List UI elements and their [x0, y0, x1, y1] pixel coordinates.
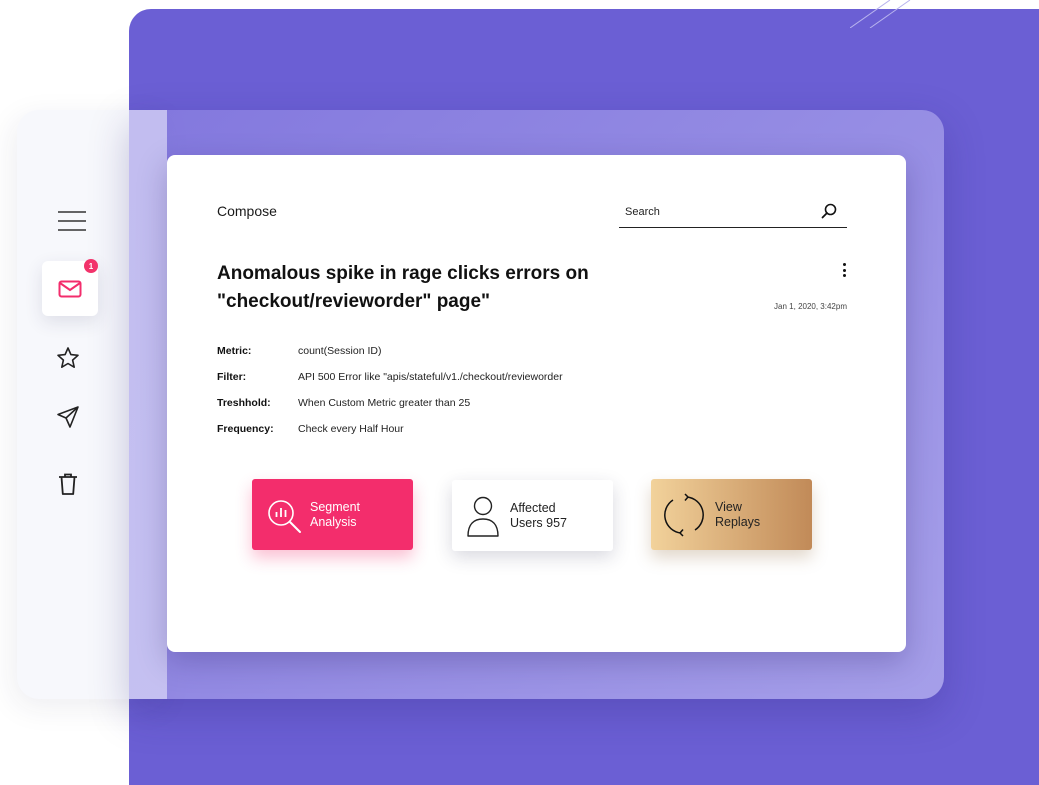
compose-title[interactable]: Compose [217, 203, 277, 219]
alert-title: Anomalous spike in rage clicks errors on… [217, 263, 589, 312]
affected-users-label: Affected Users 957 [510, 500, 567, 530]
detail-label: Metric: [217, 345, 252, 357]
detail-value: API 500 Error like "apis/stateful/v1./ch… [298, 371, 563, 383]
detail-row-filter: Filter: API 500 Error like "apis/statefu… [217, 371, 563, 397]
alert-timestamp: Jan 1, 2020, 3:42pm [774, 302, 847, 311]
send-icon [57, 406, 79, 428]
detail-value: When Custom Metric greater than 25 [298, 397, 471, 409]
view-replays-label: View Replays [715, 499, 761, 529]
decorative-line [850, 0, 911, 28]
detail-row-metric: Metric: count(Session ID) [217, 345, 563, 371]
alert-details: Metric: count(Session ID) Filter: API 50… [217, 345, 563, 449]
trash-icon [59, 473, 77, 495]
detail-value: count(Session ID) [298, 345, 382, 357]
segment-analysis-button[interactable]: Segment Analysis [252, 479, 413, 550]
star-icon [57, 347, 79, 369]
search-bar [619, 195, 847, 228]
detail-row-threshold: Treshhold: When Custom Metric greater th… [217, 397, 563, 423]
segment-analysis-label: Segment Analysis [310, 499, 361, 529]
detail-row-frequency: Frequency: Check every Half Hour [217, 423, 563, 449]
mail-icon [58, 280, 82, 297]
detail-value: Check every Half Hour [298, 423, 404, 435]
detail-label: Frequency: [217, 423, 274, 435]
sidebar-item-inbox[interactable]: 1 [42, 259, 98, 316]
search-input[interactable] [625, 203, 805, 221]
search-icon[interactable] [821, 203, 837, 219]
detail-label: Filter: [217, 371, 247, 383]
sidebar-item-trash[interactable] [55, 470, 81, 498]
affected-users-button[interactable]: Affected Users 957 [452, 480, 613, 551]
user-icon [467, 496, 499, 537]
alert-card: Compose Anomalous spike in rage clicks e… [167, 155, 906, 652]
more-options-icon[interactable] [839, 261, 849, 279]
view-replays-button[interactable]: View Replays [651, 479, 812, 550]
sidebar-item-starred[interactable] [54, 344, 82, 372]
notification-badge: 1 [84, 259, 98, 273]
hamburger-menu-icon [58, 211, 86, 231]
detail-label: Treshhold: [217, 397, 271, 409]
replay-icon [664, 492, 704, 537]
analytics-search-icon [268, 499, 301, 533]
sidebar-item-menu[interactable] [52, 204, 92, 238]
sidebar-item-sent[interactable] [54, 403, 82, 431]
